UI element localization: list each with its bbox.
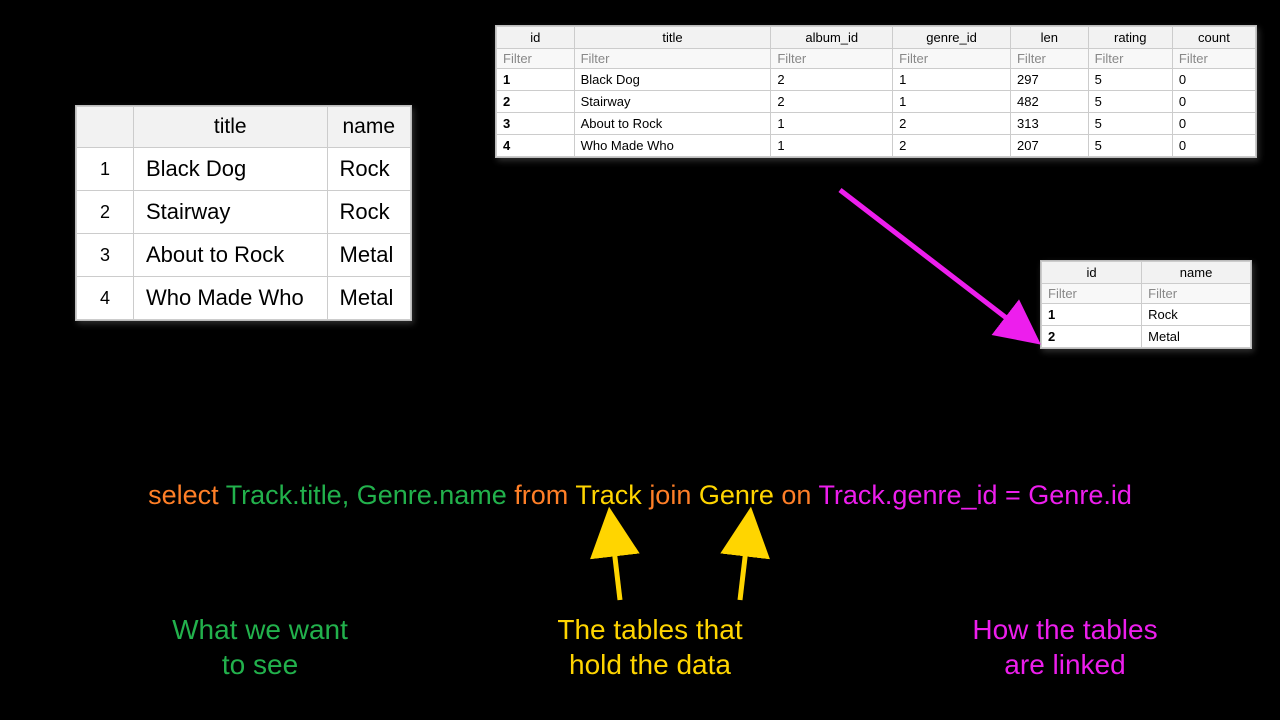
table-row: 2StairwayRock	[77, 191, 411, 234]
filter-row: Filter Filter Filter Filter Filter Filte…	[497, 49, 1256, 69]
sql-join: join	[649, 480, 699, 510]
sql-from: from	[514, 480, 575, 510]
label-link: How the tablesare linked	[900, 612, 1230, 682]
filter-input[interactable]: Filter	[1010, 49, 1088, 69]
table-row: 4Who Made Who1220750	[497, 135, 1256, 157]
filter-input[interactable]: Filter	[1042, 284, 1142, 304]
sql-table2: Genre	[699, 480, 782, 510]
result-header-idx	[77, 107, 134, 148]
filter-input[interactable]: Filter	[771, 49, 893, 69]
sql-cond: Track.genre_id = Genre.id	[818, 480, 1131, 510]
sql-table1: Track	[575, 480, 649, 510]
sql-columns: Track.title, Genre.name	[226, 480, 515, 510]
label-tables: The tables thathold the data	[480, 612, 820, 682]
label-what-to-see: What we wantto see	[100, 612, 420, 682]
genre-table: id name Filter Filter 1Rock 2Metal	[1040, 260, 1252, 349]
table-row: 3About to Rock1231350	[497, 113, 1256, 135]
result-header-name: name	[327, 107, 410, 148]
table-row: 1Rock	[1042, 304, 1251, 326]
filter-input[interactable]: Filter	[1172, 49, 1255, 69]
filter-input[interactable]: Filter	[497, 49, 575, 69]
table-row: 4Who Made WhoMetal	[77, 277, 411, 320]
table-row: 2Stairway2148250	[497, 91, 1256, 113]
table-row: 2Metal	[1042, 326, 1251, 348]
sql-on: on	[781, 480, 818, 510]
table-row: 3About to RockMetal	[77, 234, 411, 277]
filter-row: Filter Filter	[1042, 284, 1251, 304]
filter-input[interactable]: Filter	[574, 49, 771, 69]
filter-input[interactable]: Filter	[1088, 49, 1172, 69]
arrow-to-track	[610, 515, 620, 600]
sql-statement: select Track.title, Genre.name from Trac…	[0, 480, 1280, 511]
result-header-title: title	[134, 107, 328, 148]
filter-input[interactable]: Filter	[1142, 284, 1251, 304]
table-row: 1Black Dog2129750	[497, 69, 1256, 91]
result-table: title name 1Black DogRock 2StairwayRock …	[75, 105, 412, 321]
track-table: id title album_id genre_id len rating co…	[495, 25, 1257, 158]
arrow-to-genre	[740, 515, 750, 600]
filter-input[interactable]: Filter	[893, 49, 1011, 69]
sql-select: select	[148, 480, 226, 510]
table-row: 1Black DogRock	[77, 148, 411, 191]
arrow-genre-link	[840, 190, 1035, 340]
